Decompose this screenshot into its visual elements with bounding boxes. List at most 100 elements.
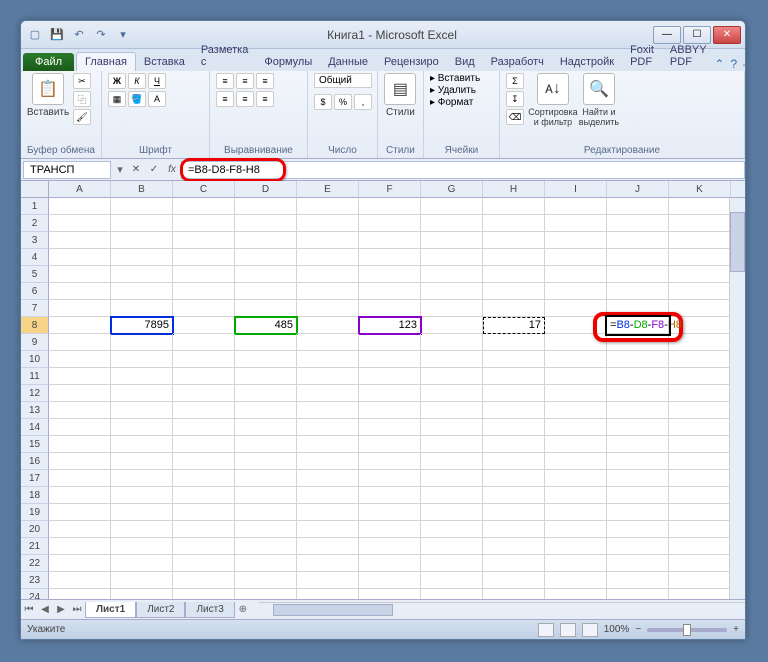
cell-B11[interactable] xyxy=(111,368,173,385)
cell-A22[interactable] xyxy=(49,555,111,572)
cell-C22[interactable] xyxy=(173,555,235,572)
cell-A8[interactable] xyxy=(49,317,111,334)
column-header-L[interactable]: L xyxy=(731,181,745,198)
cell-B7[interactable] xyxy=(111,300,173,317)
cell-B10[interactable] xyxy=(111,351,173,368)
cell-I5[interactable] xyxy=(545,266,607,283)
cell-D15[interactable] xyxy=(235,436,297,453)
spreadsheet-grid[interactable]: ABCDEFGHIJKL 123456789101112131415161718… xyxy=(21,181,745,599)
cell-G10[interactable] xyxy=(421,351,483,368)
cell-A15[interactable] xyxy=(49,436,111,453)
cell-H4[interactable] xyxy=(483,249,545,266)
align-middle-icon[interactable]: ≡ xyxy=(236,73,254,89)
cell-G24[interactable] xyxy=(421,589,483,599)
tab-data[interactable]: Данные xyxy=(320,53,376,71)
cell-A23[interactable] xyxy=(49,572,111,589)
cell-J9[interactable] xyxy=(607,334,669,351)
cell-G8[interactable] xyxy=(421,317,483,334)
column-header-A[interactable]: A xyxy=(49,181,111,198)
cell-G3[interactable] xyxy=(421,232,483,249)
row-header-1[interactable]: 1 xyxy=(21,198,49,215)
align-top-icon[interactable]: ≡ xyxy=(216,73,234,89)
row-header-6[interactable]: 6 xyxy=(21,283,49,300)
cell-J13[interactable] xyxy=(607,402,669,419)
comma-icon[interactable]: , xyxy=(354,94,372,110)
cell-E21[interactable] xyxy=(297,538,359,555)
cell-A5[interactable] xyxy=(49,266,111,283)
cell-J20[interactable] xyxy=(607,521,669,538)
cell-B14[interactable] xyxy=(111,419,173,436)
cell-I17[interactable] xyxy=(545,470,607,487)
cell-K7[interactable] xyxy=(669,300,731,317)
cell-J18[interactable] xyxy=(607,487,669,504)
row-header-15[interactable]: 15 xyxy=(21,436,49,453)
cell-I9[interactable] xyxy=(545,334,607,351)
cell-F3[interactable] xyxy=(359,232,421,249)
cell-C17[interactable] xyxy=(173,470,235,487)
cell-I18[interactable] xyxy=(545,487,607,504)
sheet-tab-1[interactable]: Лист1 xyxy=(85,602,136,618)
cell-H9[interactable] xyxy=(483,334,545,351)
row-header-17[interactable]: 17 xyxy=(21,470,49,487)
cell-D1[interactable] xyxy=(235,198,297,215)
cell-F17[interactable] xyxy=(359,470,421,487)
cell-F12[interactable] xyxy=(359,385,421,402)
cell-E23[interactable] xyxy=(297,572,359,589)
cell-D6[interactable] xyxy=(235,283,297,300)
format-painter-icon[interactable]: 🖌 xyxy=(73,109,91,125)
cell-F1[interactable] xyxy=(359,198,421,215)
row-header-23[interactable]: 23 xyxy=(21,572,49,589)
zoom-in-icon[interactable]: + xyxy=(733,624,739,635)
cell-F22[interactable] xyxy=(359,555,421,572)
cell-C3[interactable] xyxy=(173,232,235,249)
zoom-out-icon[interactable]: − xyxy=(635,624,641,635)
cell-J8[interactable]: =B8-D8-F8-H8 xyxy=(607,317,669,334)
cell-G15[interactable] xyxy=(421,436,483,453)
tab-home[interactable]: Главная xyxy=(76,52,136,71)
view-layout-icon[interactable] xyxy=(560,623,576,637)
cancel-formula-icon[interactable]: ✕ xyxy=(127,164,145,175)
cell-F10[interactable] xyxy=(359,351,421,368)
format-cells-button[interactable]: ▸ Формат xyxy=(430,97,473,108)
cell-J24[interactable] xyxy=(607,589,669,599)
cell-D23[interactable] xyxy=(235,572,297,589)
cell-K19[interactable] xyxy=(669,504,731,521)
view-pagebreak-icon[interactable] xyxy=(582,623,598,637)
italic-button[interactable]: К xyxy=(128,73,146,89)
vertical-scrollbar[interactable] xyxy=(729,198,745,599)
cell-C10[interactable] xyxy=(173,351,235,368)
styles-button[interactable]: ▤ Стили xyxy=(384,73,417,118)
cell-K4[interactable] xyxy=(669,249,731,266)
cell-K18[interactable] xyxy=(669,487,731,504)
cell-C14[interactable] xyxy=(173,419,235,436)
cell-I7[interactable] xyxy=(545,300,607,317)
cell-D24[interactable] xyxy=(235,589,297,599)
cell-J15[interactable] xyxy=(607,436,669,453)
cell-G4[interactable] xyxy=(421,249,483,266)
cell-E13[interactable] xyxy=(297,402,359,419)
tab-developer[interactable]: Разработч xyxy=(483,53,552,71)
cell-D3[interactable] xyxy=(235,232,297,249)
cell-F8[interactable]: 123 xyxy=(359,317,421,334)
column-header-B[interactable]: B xyxy=(111,181,173,198)
cell-H12[interactable] xyxy=(483,385,545,402)
cell-H11[interactable] xyxy=(483,368,545,385)
align-right-icon[interactable]: ≡ xyxy=(256,91,274,107)
cell-A14[interactable] xyxy=(49,419,111,436)
cell-I14[interactable] xyxy=(545,419,607,436)
cell-D18[interactable] xyxy=(235,487,297,504)
tab-insert[interactable]: Вставка xyxy=(136,53,193,71)
tab-nav-first-icon[interactable]: ⏮ xyxy=(21,604,37,615)
cell-D11[interactable] xyxy=(235,368,297,385)
column-header-F[interactable]: F xyxy=(359,181,421,198)
row-header-16[interactable]: 16 xyxy=(21,453,49,470)
tab-foxit[interactable]: Foxit PDF xyxy=(622,41,662,71)
insert-cells-button[interactable]: ▸ Вставить xyxy=(430,73,480,84)
cell-K5[interactable] xyxy=(669,266,731,283)
cell-D21[interactable] xyxy=(235,538,297,555)
cell-J21[interactable] xyxy=(607,538,669,555)
qat-dropdown-icon[interactable]: ▾ xyxy=(113,25,133,45)
cell-H16[interactable] xyxy=(483,453,545,470)
cell-H23[interactable] xyxy=(483,572,545,589)
cell-G14[interactable] xyxy=(421,419,483,436)
